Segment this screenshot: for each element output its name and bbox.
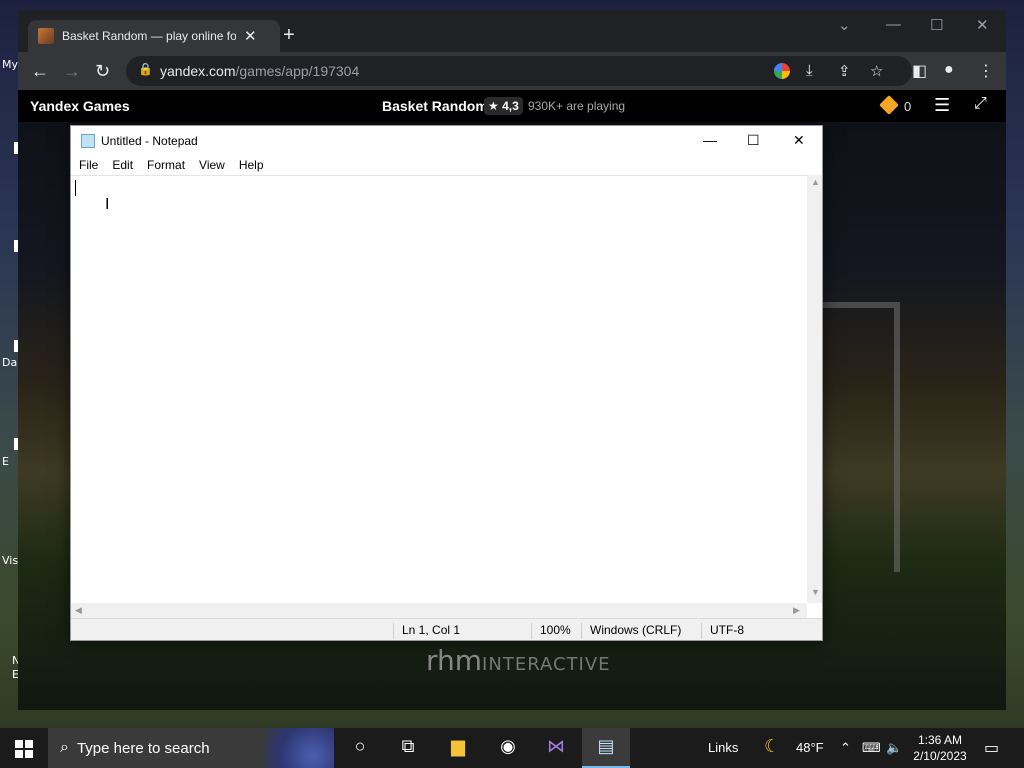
text-editor[interactable]: I [71,175,807,603]
weather-temp[interactable]: 48°F [796,740,824,755]
menu-file[interactable]: File [71,158,105,172]
minimize-button[interactable]: — [703,132,717,148]
horizontal-scrollbar[interactable]: ◀ ▶ [71,603,807,618]
logo-main: rhm [426,644,483,677]
search-icon: ⌕ [60,739,69,756]
hamburger-menu-icon[interactable]: ☰ [934,95,950,116]
notepad-taskbar-button[interactable]: ▤ [582,728,630,768]
notifications-icon[interactable]: ▭ [984,738,999,758]
visual-studio-icon[interactable]: ⋈ [536,736,576,757]
menu-view[interactable]: View [192,158,232,172]
windows-start-icon[interactable] [15,740,33,758]
search-highlight-image [264,728,334,768]
taskbar: ⌕ Type here to search ○ ⧉ ▆ ◉ ⋈ ▤ Links … [0,728,1024,768]
menu-bar: File Edit Format View Help [71,155,822,175]
desktop-icon-label[interactable]: Da [2,356,17,369]
fullscreen-icon[interactable]: ⤢ [974,95,987,113]
text-caret [75,180,76,196]
profile-icon[interactable]: ● [944,61,954,79]
tab-search-icon[interactable]: ⌄ [838,16,851,34]
browser-tab[interactable]: Basket Random — play online for ✕ [28,20,280,52]
menu-help[interactable]: Help [232,158,271,172]
scroll-up-icon[interactable]: ▲ [811,177,820,187]
chevron-up-icon[interactable]: ⌃ [840,740,851,756]
maximize-button[interactable]: ☐ [747,132,760,149]
close-window-button[interactable]: ✕ [976,16,989,34]
clock-time: 1:36 AM [917,733,963,747]
volume-icon[interactable]: 🔈 [886,740,902,756]
task-view-icon[interactable]: ⧉ [388,736,428,757]
players-count: 930K+ are playing [528,99,626,113]
clock-date: 2/10/2023 [913,749,967,763]
new-tab-button[interactable]: + [278,24,300,47]
links-toolbar[interactable]: Links [708,740,738,755]
ibeam-cursor-icon: I [105,196,110,213]
moon-weather-icon[interactable]: ☾ [764,736,780,757]
browser-toolbar: ← → ↻ 🔒 yandex.com/games/app/197304 ⤓ ⇪ … [18,52,1006,90]
network-icon[interactable]: ⌨ [862,740,881,756]
minimize-button[interactable]: — [886,16,901,33]
side-panel-icon[interactable]: ◧ [912,61,927,81]
file-explorer-icon[interactable]: ▆ [438,736,478,757]
menu-format[interactable]: Format [140,158,192,172]
share-icon[interactable]: ⇪ [838,62,851,80]
line-ending: Windows (CRLF) [581,623,681,639]
tab-title: Basket Random — play online for [62,29,236,43]
notepad-icon [81,133,95,148]
clock[interactable]: 1:36 AM 2/10/2023 [910,732,970,764]
yandex-games-logo[interactable]: Yandex Games [30,98,130,114]
coin-count: 0 [904,99,912,114]
notepad-window: Untitled - Notepad — ☐ ✕ File Edit Forma… [70,125,823,641]
desktop-icon-label[interactable]: Vis [2,554,18,567]
publisher-logo: rhmINTERACTIVE [426,644,611,677]
close-button[interactable]: ✕ [793,132,805,149]
notepad-icon: ▤ [597,736,615,756]
scroll-right-icon[interactable]: ▶ [793,605,800,616]
coin-icon [879,95,899,115]
menu-edit[interactable]: Edit [105,158,140,172]
scroll-left-icon[interactable]: ◀ [75,605,82,616]
status-bar: Ln 1, Col 1 100% Windows (CRLF) UTF-8 [71,618,822,640]
yandex-games-bar: Yandex Games Basket Random ★ 4,3 930K+ a… [18,90,1006,122]
zoom-level: 100% [531,623,571,639]
encoding: UTF-8 [701,623,744,639]
cursor-position: Ln 1, Col 1 [393,623,460,639]
bookmark-star-icon[interactable]: ☆ [870,62,883,80]
more-menu-icon[interactable]: ⋮ [978,61,994,81]
back-arrow-icon[interactable]: ← [31,61,49,82]
game-favicon-icon [38,28,54,44]
window-title: Untitled - Notepad [101,133,198,148]
logo-sub: INTERACTIVE [482,654,611,675]
close-tab-icon[interactable]: ✕ [244,27,257,45]
reload-icon[interactable]: ↻ [95,61,110,82]
lock-icon[interactable]: 🔒 [138,62,153,76]
search-placeholder: Type here to search [76,739,210,757]
google-icon[interactable] [774,63,790,79]
scroll-down-icon[interactable]: ▼ [811,587,820,597]
url-text[interactable]: yandex.com/games/app/197304 [160,63,359,79]
maximize-button[interactable]: ☐ [930,16,943,34]
basketball-hoop [822,302,900,572]
desktop-icon-label[interactable]: My [2,58,18,71]
rating-badge: ★ 4,3 [484,97,523,115]
game-title: Basket Random [382,98,488,114]
url-host: yandex.com [160,63,236,79]
forward-arrow-icon[interactable]: → [63,61,81,82]
url-path: /games/app/197304 [235,63,360,79]
address-bar[interactable]: 🔒 yandex.com/games/app/197304 ⤓ ⇪ ☆ [126,56,912,86]
tab-strip: Basket Random — play online for ✕ + ⌄ — … [18,10,1006,52]
install-icon[interactable]: ⤓ [806,62,813,79]
cortana-icon[interactable]: ○ [340,736,380,757]
chrome-icon[interactable]: ◉ [488,736,528,757]
taskbar-search-box[interactable]: ⌕ Type here to search [48,728,334,768]
notepad-titlebar[interactable]: Untitled - Notepad — ☐ ✕ [71,126,822,155]
desktop-icon-label[interactable]: E [2,455,9,468]
vertical-scrollbar[interactable]: ▲ ▼ [807,175,822,603]
